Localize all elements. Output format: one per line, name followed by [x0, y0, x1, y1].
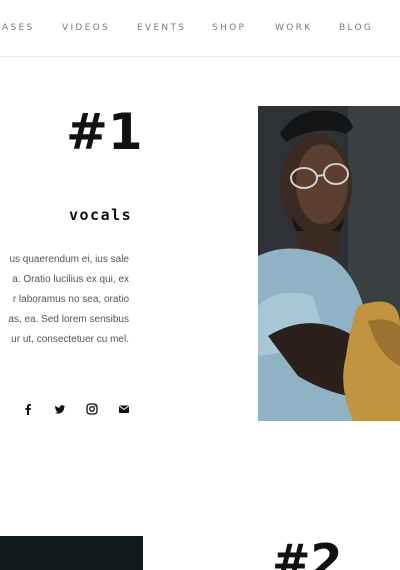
email-icon[interactable] — [118, 403, 130, 415]
bio-line: r laboramus no sea, oratio — [12, 294, 129, 305]
member-bio: us quaerendum ei, ius sale a. Oratio luc… — [0, 250, 129, 350]
bio-line: us quaerendum ei, ius sale — [9, 254, 129, 265]
member-number: #2 — [272, 534, 343, 570]
social-links — [0, 403, 140, 419]
bio-line: a. Oratio lucilius ex qui, ex — [12, 274, 129, 285]
nav-item-blog[interactable]: BLOG — [339, 23, 373, 33]
member-photo — [0, 536, 143, 570]
nav-item-work[interactable]: WORK — [275, 23, 312, 33]
nav-item-videos[interactable]: VIDEOS — [62, 23, 110, 33]
member-photo — [258, 106, 400, 421]
member-role: vocals — [69, 206, 133, 224]
top-navigation: ASES VIDEOS EVENTS SHOP WORK BLOG — [0, 0, 400, 57]
nav-item-shop[interactable]: SHOP — [212, 23, 246, 33]
nav-item-events[interactable]: EVENTS — [137, 23, 186, 33]
bio-line: ur ut, consectetuer cu mel. — [11, 334, 129, 345]
facebook-icon[interactable] — [22, 403, 34, 415]
bio-line: as, ea. Sed lorem sensibus — [8, 314, 129, 325]
member-number: #1 — [66, 103, 143, 161]
nav-item-releases[interactable]: ASES — [2, 23, 34, 33]
instagram-icon[interactable] — [86, 403, 98, 415]
twitter-icon[interactable] — [54, 403, 66, 415]
